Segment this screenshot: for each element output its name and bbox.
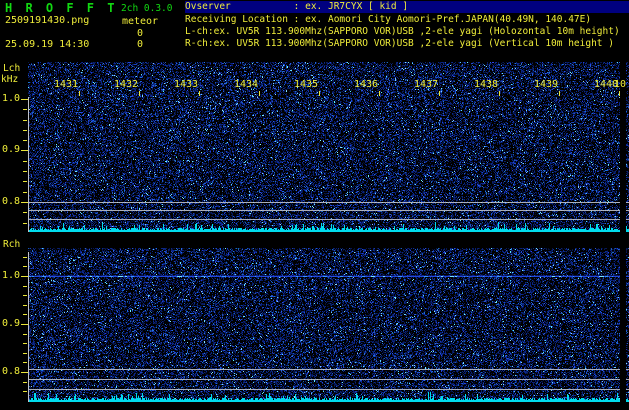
time-axis-tick	[439, 91, 440, 96]
time-axis-tick	[139, 91, 140, 96]
observer-line: Ovserver : ex. JR7CYX [ kid ]	[185, 1, 629, 13]
output-filename: 2509191430.png	[5, 15, 90, 26]
freq-axis-label: 1.0	[1, 93, 20, 104]
rch-config-line: R-ch:ex. UV5R 113.900Mhz(SAPPORO VOR)USB…	[185, 38, 614, 49]
rch-panel-label: Rch	[3, 239, 21, 250]
freq-unit-label: kHz	[1, 74, 19, 85]
time-axis-label: 1431	[53, 79, 79, 90]
freq-axis-minor-tick	[23, 295, 27, 296]
rch-axis-line	[28, 252, 29, 402]
freq-axis-minor-tick	[23, 286, 27, 287]
freq-axis-minor-tick	[23, 120, 27, 121]
time-axis-label: 1435	[293, 79, 319, 90]
time-axis-label: 1433	[173, 79, 199, 90]
lch-axis-line	[28, 97, 29, 232]
time-axis-tick	[319, 91, 320, 96]
observation-info: Ovserver : ex. JR7CYX [ kid ] Receiving …	[185, 0, 629, 52]
freq-axis-minor-tick	[23, 109, 27, 110]
freq-axis-minor-tick	[23, 305, 27, 306]
freq-axis-minor-tick	[23, 353, 27, 354]
freq-axis-minor-tick	[23, 257, 27, 258]
app-version: 2ch 0.3.0	[121, 3, 173, 14]
time-axis-label-clipped: 10	[614, 79, 627, 90]
freq-axis-label: 0.9	[1, 318, 20, 329]
freq-axis-minor-tick	[23, 334, 27, 335]
freq-axis-minor-tick	[23, 161, 27, 162]
freq-axis-minor-tick	[23, 266, 27, 267]
time-axis-label: 1432	[113, 79, 139, 90]
freq-axis-label: 0.9	[1, 144, 20, 155]
freq-axis-minor-tick	[23, 140, 27, 141]
meteor-count-bottom: 0	[136, 39, 144, 50]
freq-axis-minor-tick	[23, 391, 27, 392]
freq-axis-major-tick	[21, 276, 28, 277]
app-title: H R O F F T	[5, 1, 118, 15]
time-axis-tick	[499, 91, 500, 96]
freq-axis-major-tick	[21, 99, 28, 100]
time-axis-label: 1438	[473, 79, 499, 90]
time-axis-tick	[559, 91, 560, 96]
time-axis-label: 1437	[413, 79, 439, 90]
time-axis-tick	[379, 91, 380, 96]
rch-spectrogram	[28, 248, 629, 402]
lch-config-line: L-ch:ex. UV5R 113.900Mhz(SAPPORO VOR)USB…	[185, 26, 620, 37]
freq-axis-minor-tick	[23, 181, 27, 182]
freq-axis-minor-tick	[23, 382, 27, 383]
receiving-location-line: Receiving Location : ex. Aomori City Aom…	[185, 14, 592, 25]
freq-axis-label: 0.8	[1, 366, 20, 377]
freq-axis-minor-tick	[23, 130, 27, 131]
time-axis-tick	[619, 91, 620, 96]
time-axis-label: 1434	[233, 79, 259, 90]
freq-axis-major-tick	[21, 372, 28, 373]
time-axis-tick	[259, 91, 260, 96]
lch-panel-label: Lch	[3, 63, 21, 74]
freq-axis-minor-tick	[23, 212, 27, 213]
freq-axis-major-tick	[21, 150, 28, 151]
time-axis-tick	[79, 91, 80, 96]
freq-axis-minor-tick	[23, 192, 27, 193]
time-axis-tick	[199, 91, 200, 96]
meteor-count-top: 0	[136, 28, 144, 39]
time-axis-label: 1439	[533, 79, 559, 90]
mode-label: meteor	[121, 16, 159, 27]
freq-axis-minor-tick	[23, 223, 27, 224]
freq-axis-minor-tick	[23, 171, 27, 172]
freq-axis-major-tick	[21, 202, 28, 203]
freq-axis-minor-tick	[23, 314, 27, 315]
freq-axis-label: 1.0	[1, 270, 20, 281]
datetime-label: 25.09.19 14:30	[5, 39, 90, 50]
freq-axis-minor-tick	[23, 362, 27, 363]
freq-axis-major-tick	[21, 324, 28, 325]
freq-axis-minor-tick	[23, 343, 27, 344]
time-axis-label: 1436	[353, 79, 379, 90]
freq-axis-label: 0.8	[1, 196, 20, 207]
